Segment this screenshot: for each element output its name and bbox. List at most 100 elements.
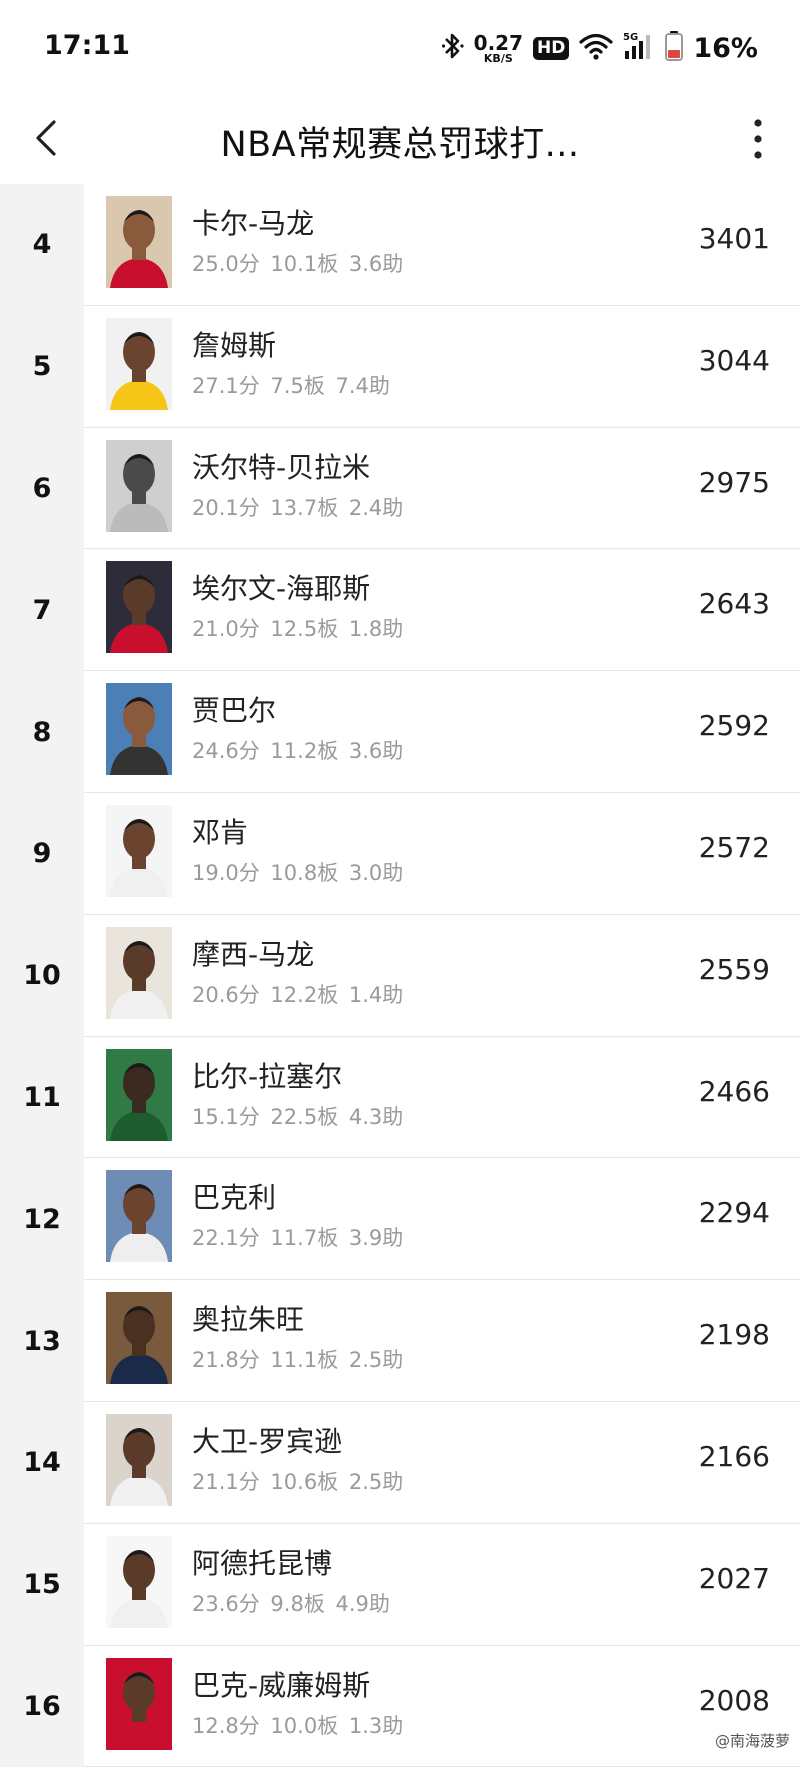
network-type-label: 5G (623, 32, 638, 43)
player-info: 阿德托昆博 23.6分 9.8板 4.9助 2027 (84, 1523, 800, 1646)
free-throw-total: 2592 (698, 709, 770, 743)
player-stats: 25.0分 10.1板 3.6助 (192, 252, 404, 276)
cellular-signal-icon: 5G (623, 31, 655, 65)
rank-number: 8 (0, 671, 84, 793)
player-row[interactable]: 5 詹姆斯 27.1分 7.5板 7.4助 3044 (0, 305, 800, 428)
player-stats: 21.0分 12.5板 1.8助 (192, 617, 404, 642)
player-avatar (106, 1170, 172, 1263)
free-throw-total: 2466 (698, 1074, 770, 1108)
player-name: 邓肯 (192, 815, 249, 849)
player-row[interactable]: 16 巴克-威廉姆斯 12.8分 10.0板 1.3助 2008 (0, 1645, 800, 1767)
player-name: 巴克-威廉姆斯 (192, 1668, 371, 1702)
free-throw-total: 2643 (698, 587, 770, 621)
player-stats: 21.8分 11.1板 2.5助 (192, 1348, 404, 1373)
player-row[interactable]: 9 邓肯 19.0分 10.8板 3.0助 2572 (0, 792, 800, 915)
free-throw-total: 2166 (698, 1439, 770, 1473)
free-throw-total: 2559 (698, 952, 770, 986)
more-options-button[interactable] (746, 114, 770, 164)
net-speed-unit: KB/S (483, 51, 513, 65)
player-info: 贾巴尔 24.6分 11.2板 3.6助 2592 (84, 671, 800, 793)
net-speed: 0.27 KB/S (474, 33, 523, 64)
player-stats: 20.1分 13.7板 2.4助 (192, 495, 404, 520)
top-app-bar: NBA常规赛总罚球打... (0, 92, 800, 184)
player-info: 埃尔文-海耶斯 21.0分 12.5板 1.8助 2643 (84, 549, 800, 672)
free-throw-total: 2027 (698, 1561, 770, 1595)
page-title: NBA常规赛总罚球打... (220, 125, 580, 165)
player-name: 奥拉朱旺 (192, 1303, 305, 1337)
rank-number: 16 (0, 1645, 84, 1767)
player-name: 摩西-马龙 (192, 937, 315, 971)
player-avatar (106, 317, 172, 410)
battery-icon (665, 31, 684, 65)
free-throw-total: 2975 (698, 465, 770, 499)
player-info: 摩西-马龙 20.6分 12.2板 1.4助 2559 (84, 914, 800, 1037)
player-stats: 22.1分 11.7板 3.9助 (192, 1226, 404, 1251)
player-row[interactable]: 7 埃尔文-海耶斯 21.0分 12.5板 1.8助 2643 (0, 549, 800, 672)
rank-number: 10 (0, 914, 84, 1037)
battery-level-fill (668, 50, 681, 58)
player-name: 贾巴尔 (192, 694, 277, 728)
player-avatar (106, 804, 172, 897)
player-stats: 12.8分 10.0板 1.3助 (192, 1713, 404, 1738)
player-name: 卡尔-马龙 (192, 207, 315, 240)
player-row[interactable]: 13 奥拉朱旺 21.8分 11.1板 2.5助 2198 (0, 1280, 800, 1402)
player-row[interactable]: 4 卡尔-马龙 25.0分 10.1板 3.6助 3401 (0, 184, 800, 306)
player-stats: 24.6分 11.2板 3.6助 (192, 739, 404, 764)
player-avatar (106, 1657, 172, 1750)
battery-percentage: 16% (693, 32, 758, 64)
player-row[interactable]: 14 大卫-罗宾逊 21.1分 10.6板 2.5助 2166 (0, 1401, 800, 1524)
hd-badge: HD (533, 36, 570, 60)
player-row[interactable]: 15 阿德托昆博 23.6分 9.8板 4.9助 2027 (0, 1523, 800, 1646)
player-info: 大卫-罗宾逊 21.1分 10.6板 2.5助 2166 (84, 1401, 800, 1524)
rank-number: 6 (0, 427, 84, 550)
bluetooth-icon (441, 30, 464, 66)
player-stats: 21.1分 10.6板 2.5助 (192, 1469, 404, 1494)
player-name: 巴克利 (192, 1181, 277, 1215)
player-stats: 19.0分 10.8板 3.0助 (192, 860, 404, 885)
player-avatar (106, 439, 172, 532)
wifi-icon (579, 32, 613, 64)
player-info: 詹姆斯 27.1分 7.5板 7.4助 3044 (84, 305, 800, 428)
player-row[interactable]: 11 比尔-拉塞尔 15.1分 22.5板 4.3助 2466 (0, 1036, 800, 1159)
player-name: 沃尔特-贝拉米 (192, 450, 371, 484)
player-avatar (106, 683, 172, 776)
free-throw-total: 2294 (698, 1196, 770, 1230)
player-name: 大卫-罗宾逊 (192, 1424, 343, 1458)
free-throw-total: 2572 (698, 830, 770, 864)
player-info: 巴克-威廉姆斯 12.8分 10.0板 1.3助 2008 (84, 1645, 800, 1767)
more-vertical-icon (754, 119, 762, 159)
rank-number: 13 (0, 1280, 84, 1402)
player-stats: 23.6分 9.8板 4.9助 (192, 1591, 390, 1616)
player-info: 比尔-拉塞尔 15.1分 22.5板 4.3助 2466 (84, 1036, 800, 1159)
free-throw-total: 2008 (698, 1683, 770, 1717)
rank-number: 15 (0, 1523, 84, 1646)
player-avatar (106, 561, 172, 654)
player-info: 巴克利 22.1分 11.7板 3.9助 2294 (84, 1158, 800, 1281)
player-stats: 27.1分 7.5板 7.4助 (192, 373, 390, 398)
player-info: 奥拉朱旺 21.8分 11.1板 2.5助 2198 (84, 1280, 800, 1402)
player-avatar (106, 1535, 172, 1628)
player-stats: 15.1分 22.5板 4.3助 (192, 1104, 404, 1129)
rank-number: 5 (0, 305, 84, 428)
player-row[interactable]: 12 巴克利 22.1分 11.7板 3.9助 2294 (0, 1158, 800, 1281)
player-avatar (106, 196, 172, 288)
rank-number: 7 (0, 549, 84, 672)
rank-number: 12 (0, 1158, 84, 1281)
status-bar: 17:11 0.27 KB/S HD 5G 16% (0, 0, 800, 92)
player-name: 阿德托昆博 (192, 1546, 333, 1580)
player-info: 沃尔特-贝拉米 20.1分 13.7板 2.4助 2975 (84, 427, 800, 550)
player-row[interactable]: 6 沃尔特-贝拉米 20.1分 13.7板 2.4助 2975 (0, 427, 800, 550)
player-info: 卡尔-马龙 25.0分 10.1板 3.6助 3401 (84, 184, 800, 306)
rank-number: 9 (0, 792, 84, 915)
player-avatar (106, 1292, 172, 1385)
player-avatar (106, 926, 172, 1019)
status-icons: 0.27 KB/S HD 5G 16% (441, 28, 758, 68)
free-throw-total: 2198 (698, 1318, 770, 1352)
watermark: @南海菠萝 (714, 1732, 790, 1750)
rank-number: 14 (0, 1401, 84, 1524)
player-stats: 20.6分 12.2板 1.4助 (192, 982, 404, 1007)
player-name: 埃尔文-海耶斯 (192, 572, 371, 606)
player-row[interactable]: 8 贾巴尔 24.6分 11.2板 3.6助 2592 (0, 671, 800, 793)
net-speed-value: 0.27 (473, 30, 524, 55)
player-row[interactable]: 10 摩西-马龙 20.6分 12.2板 1.4助 2559 (0, 914, 800, 1037)
